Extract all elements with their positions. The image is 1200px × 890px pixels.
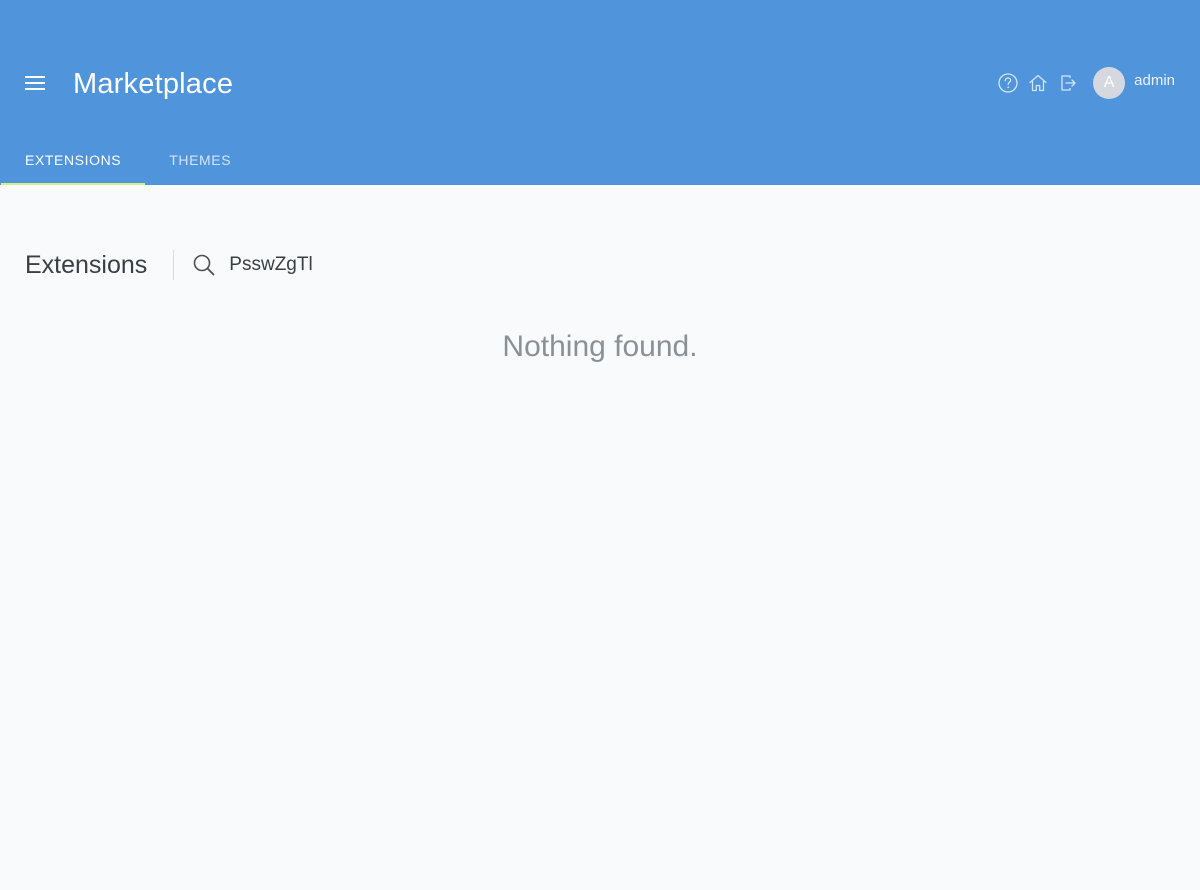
list-toolbar: Extensions — [25, 248, 530, 282]
home-icon — [1029, 74, 1047, 92]
search-button[interactable] — [191, 252, 217, 278]
search-input[interactable] — [229, 248, 530, 282]
help-icon — [998, 73, 1018, 93]
empty-state-message: Nothing found. — [502, 330, 698, 363]
toolbar-divider — [173, 250, 175, 280]
section-title: Extensions — [25, 251, 148, 279]
avatar[interactable]: A — [1093, 67, 1126, 99]
username[interactable]: admin — [1134, 72, 1175, 89]
tab-themes[interactable]: THEMES — [145, 135, 255, 185]
menu-button[interactable] — [20, 68, 50, 98]
logout-button[interactable] — [1053, 68, 1083, 98]
tab-extensions[interactable]: EXTENSIONS — [1, 135, 146, 185]
search-icon — [193, 254, 215, 276]
tab-bar: EXTENSIONS THEMES — [0, 135, 255, 185]
menu-icon — [25, 76, 45, 90]
help-button[interactable] — [993, 68, 1023, 98]
header-actions: A admin — [993, 66, 1175, 100]
home-button[interactable] — [1023, 68, 1053, 98]
page-title: Marketplace — [73, 68, 234, 100]
main-content: Extensions Nothing found. — [0, 185, 1200, 890]
logout-icon — [1061, 75, 1076, 91]
app-header: Marketplace A admin EXTENSIONS THEMES — [0, 0, 1200, 185]
